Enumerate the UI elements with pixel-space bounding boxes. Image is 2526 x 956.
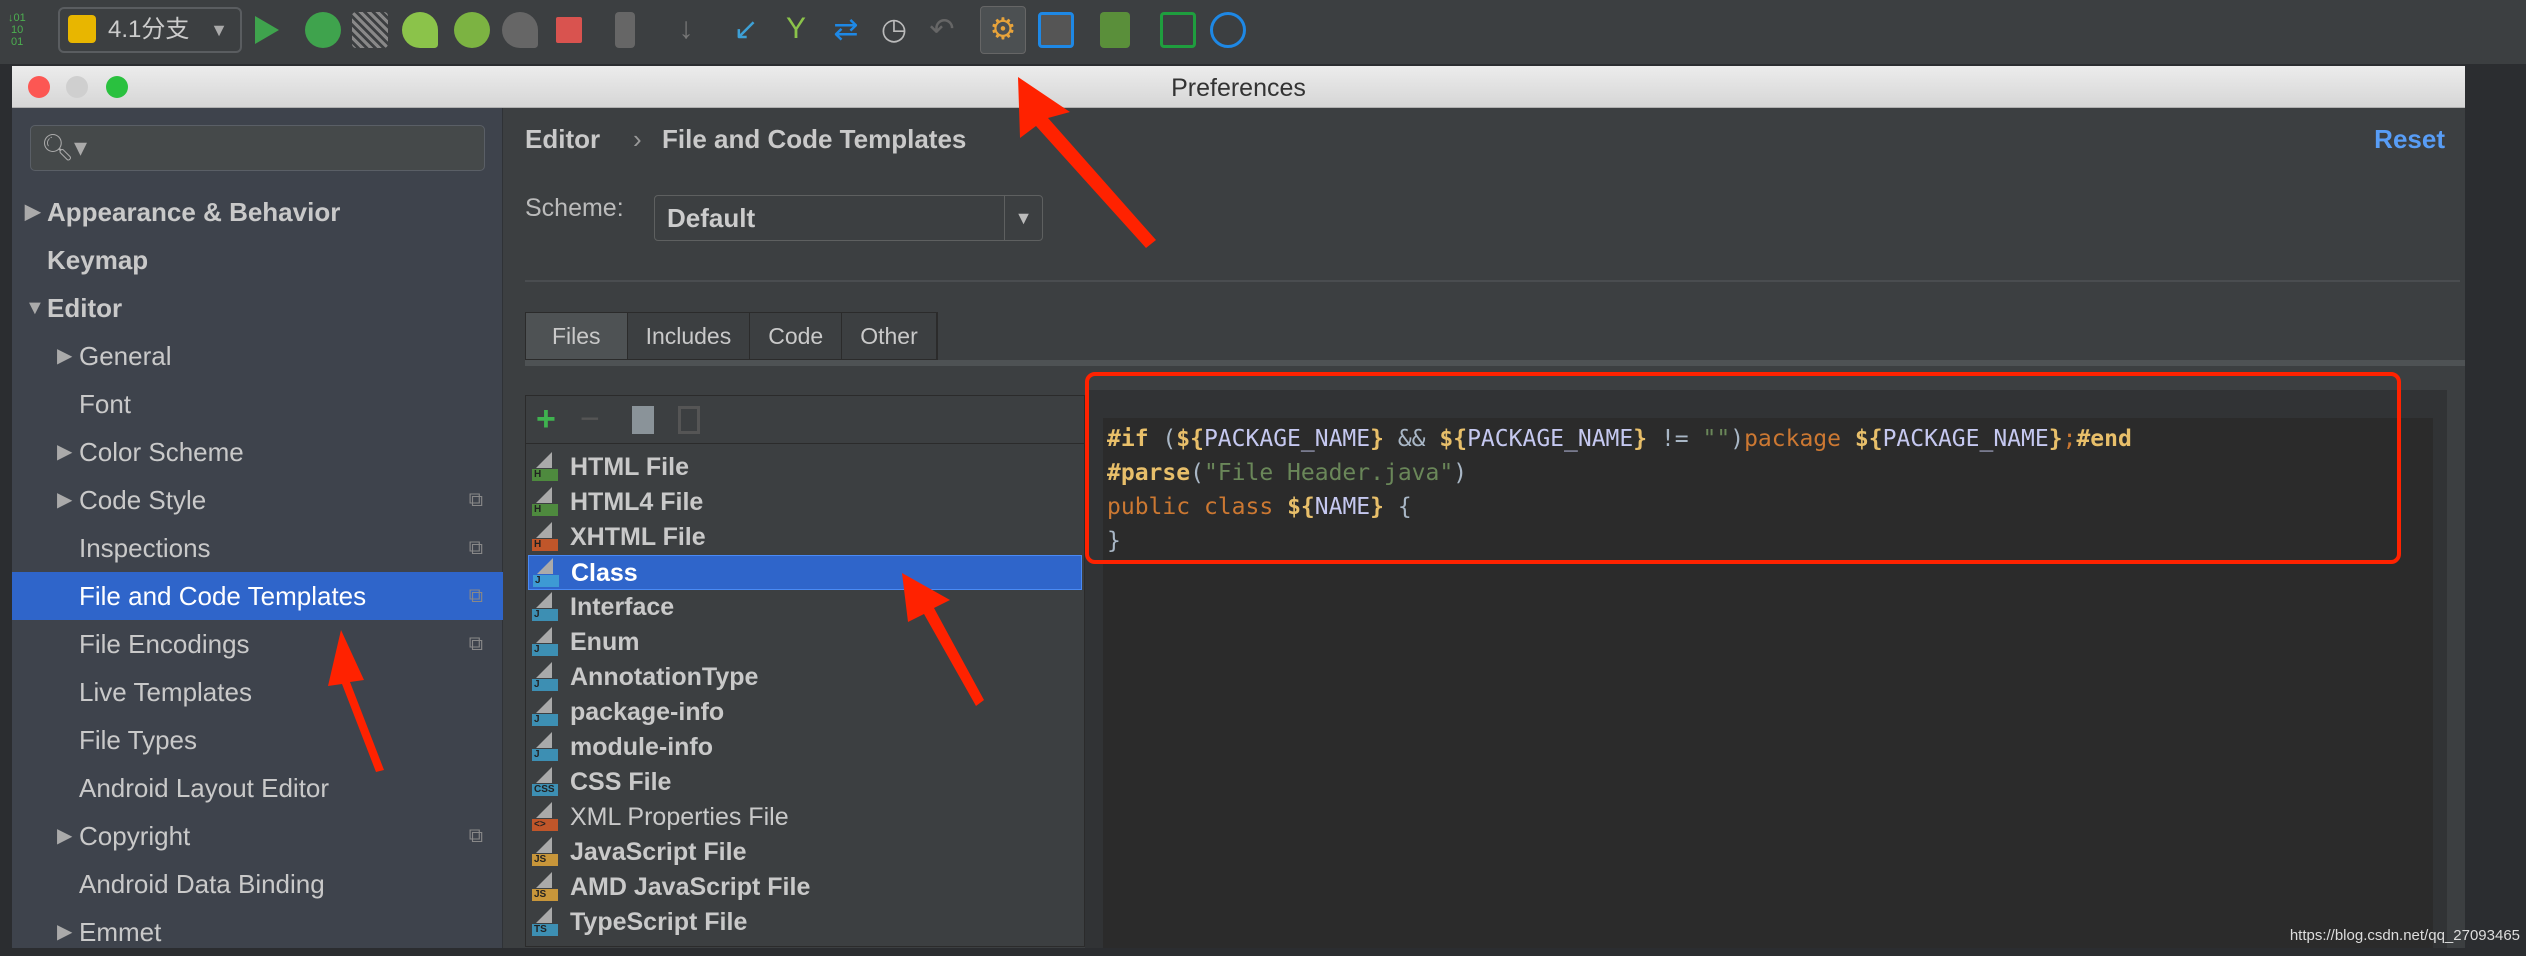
annotation-arrow-class <box>902 573 984 706</box>
annotation-arrows <box>328 77 1156 772</box>
watermark: https://blog.csdn.net/qq_27093465 <box>2289 927 2520 944</box>
annotation-arrow-settings <box>1018 77 1156 248</box>
annotation-arrow-sidebar <box>328 630 384 772</box>
